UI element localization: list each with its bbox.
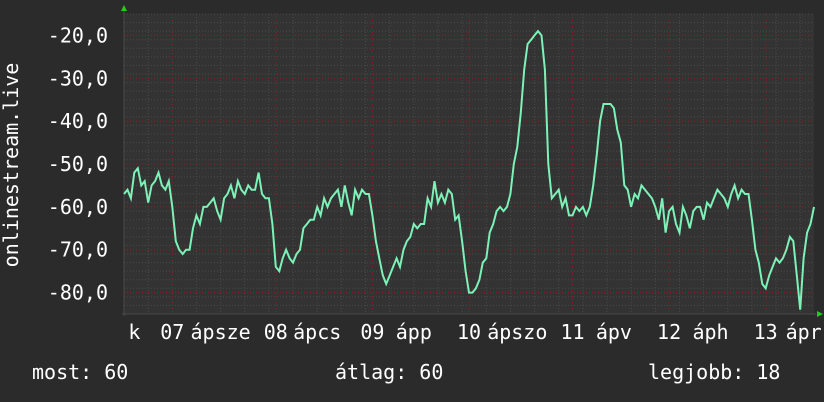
x-tick-label: ápp: [396, 320, 432, 344]
stat-current: most: 60: [32, 360, 129, 384]
y-tick-label: -60,0: [48, 195, 108, 219]
x-axis-arrow: [817, 311, 823, 317]
stat-average: átlag: 60: [335, 360, 444, 384]
x-tick-label: 07: [160, 320, 184, 344]
y-tick-label: -30,0: [48, 66, 108, 90]
x-tick-label: ápcs: [293, 320, 341, 344]
y-tick-label: -50,0: [48, 152, 108, 176]
x-tick-label: ápr: [786, 320, 822, 344]
y-tick-label: -80,0: [48, 281, 108, 305]
y-axis-arrow: [121, 5, 127, 11]
y-tick-label: -20,0: [48, 23, 108, 47]
y-tick-label: -40,0: [48, 109, 108, 133]
y-tick-label: -70,0: [48, 238, 108, 262]
y-tick-labels: -80,0 -70,0 -60,0 -50,0 -40,0 -30,0 -20,0: [48, 23, 108, 304]
x-tick-label: 10: [457, 320, 481, 344]
x-tick-label: k: [128, 320, 140, 344]
x-tick-label: ápv: [596, 320, 632, 344]
x-tick-label: ápszo: [487, 320, 547, 344]
line-chart: -80,0-70,0-60,0-50,0-40,0-30,0-20,0 k 07 á…: [0, 5, 823, 344]
x-tick-label: ápsze: [190, 320, 250, 344]
x-tick-label: 08: [264, 320, 288, 344]
x-tick-label: 09: [360, 320, 384, 344]
x-tick-labels: k 07 ápsze 08 ápcs 09 ápp 10 ápszo 11 ápv 12 áph 13 áp…: [128, 320, 821, 344]
x-tick-label: áph: [692, 320, 728, 344]
x-tick-label: 11: [560, 320, 584, 344]
stat-best: legjobb: 18: [648, 360, 781, 384]
x-tick-label: 12: [657, 320, 681, 344]
y-axis-label: onlinestream.live: [0, 63, 23, 268]
x-tick-label: 13: [754, 320, 778, 344]
